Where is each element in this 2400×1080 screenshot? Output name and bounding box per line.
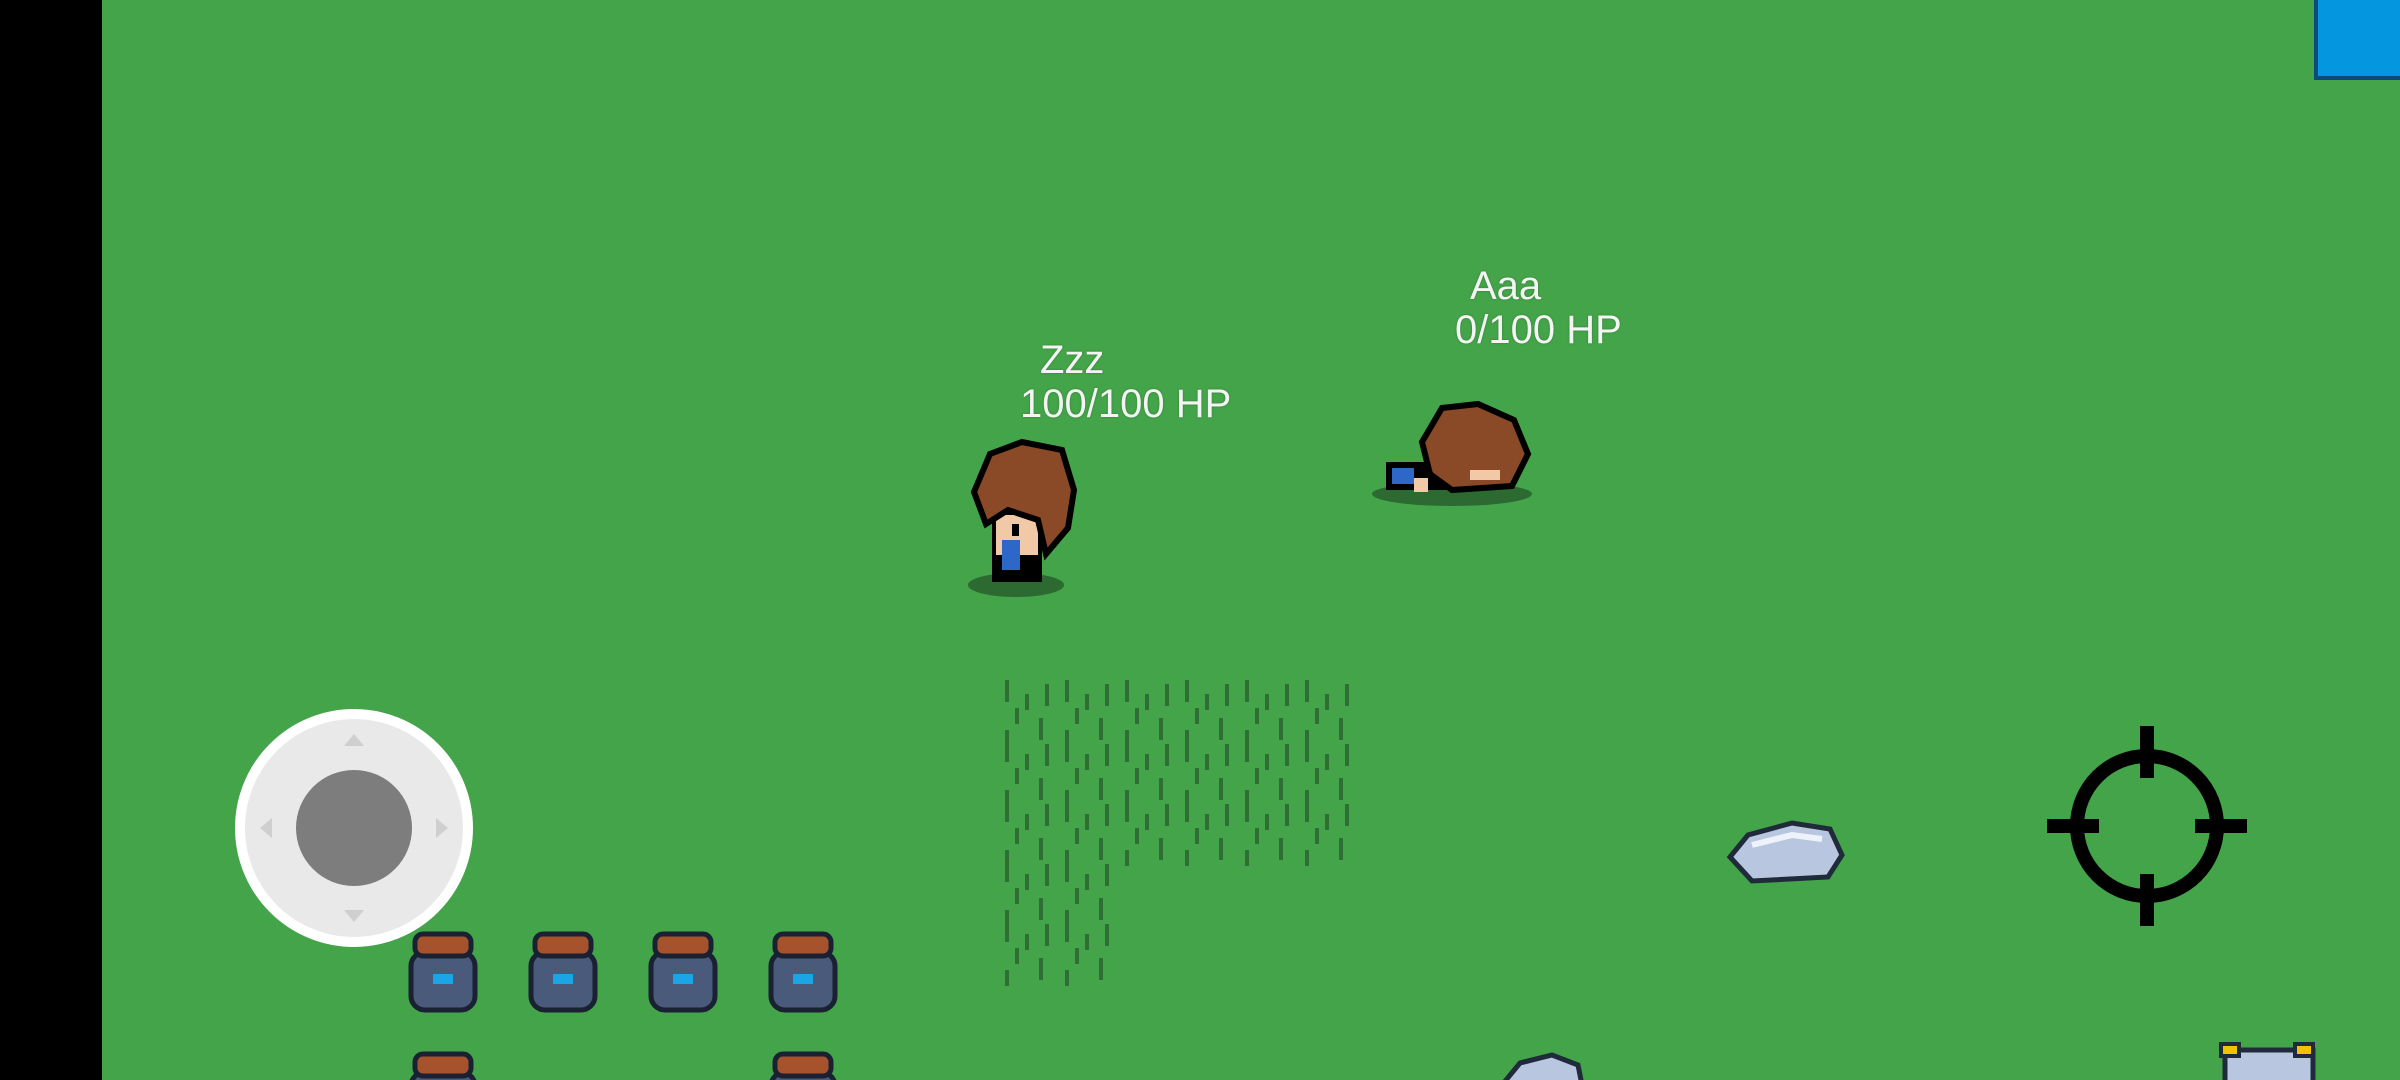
pot-lid — [412, 1051, 474, 1079]
pot-lid — [772, 931, 834, 959]
pot-lid — [412, 931, 474, 959]
left-letterbox — [0, 0, 102, 1080]
pot[interactable] — [769, 1051, 837, 1080]
virtual-joystick[interactable] — [235, 709, 473, 947]
menu-button[interactable] — [2314, 0, 2400, 80]
pot-lid — [652, 931, 714, 959]
player-name-label: Aaa — [1470, 264, 1542, 308]
pot-lid — [772, 1051, 834, 1079]
player-hp-label: 100/100 HP — [1020, 382, 1232, 426]
creature-partial[interactable] — [2219, 1042, 2316, 1080]
pot-gem — [433, 974, 453, 984]
player-shirt — [1002, 540, 1020, 570]
player-hp-label: 0/100 HP — [1455, 308, 1622, 352]
game-screen: Zzz 100/100 HP Aaa 0/100 HP — [0, 0, 2400, 1080]
player-name-label: Zzz — [1040, 338, 1105, 382]
pot[interactable] — [409, 1051, 477, 1080]
pot[interactable] — [408, 931, 478, 1013]
game-field[interactable] — [102, 0, 2400, 1080]
downed-shirt — [1392, 468, 1414, 484]
pot[interactable] — [768, 931, 838, 1013]
pot-gem — [673, 974, 693, 984]
grass-ground — [102, 0, 2400, 1080]
pot-lid — [532, 931, 594, 959]
pot[interactable] — [528, 931, 598, 1013]
pot-gem — [793, 974, 813, 984]
pot-gem — [553, 974, 573, 984]
pot[interactable] — [648, 931, 718, 1013]
player-eye — [1012, 524, 1019, 536]
downed-face — [1470, 470, 1500, 480]
downed-hand — [1414, 478, 1428, 492]
joystick-knob[interactable] — [296, 770, 412, 886]
